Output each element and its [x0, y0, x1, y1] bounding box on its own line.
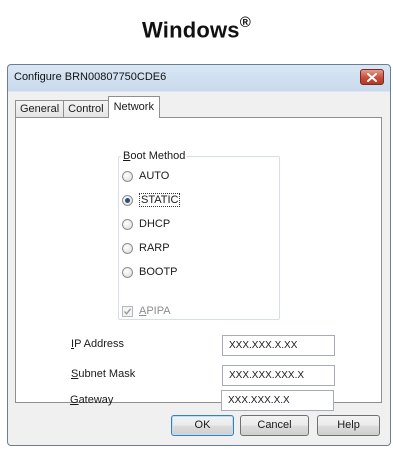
radio-rarp[interactable]: RARP — [122, 240, 170, 256]
page-heading: Windows® — [0, 14, 393, 43]
gateway-input[interactable]: XXX.XXX.X.X — [221, 390, 334, 411]
cancel-button[interactable]: Cancel — [240, 415, 309, 436]
radio-static[interactable]: STATIC — [122, 192, 181, 208]
checkbox-apipa[interactable]: APIPA — [122, 303, 171, 319]
network-tab-panel: Boot Method AUTO STATIC DHCP RARP BOOTP — [15, 117, 382, 403]
subnet-mask-input[interactable]: XXX.XXX.XXX.X — [222, 365, 335, 386]
configure-dialog: Configure BRN00807750CDE6 General Contro… — [7, 64, 391, 446]
radio-selected-icon — [122, 194, 133, 206]
heading-text: Windows — [141, 17, 240, 43]
radio-circle-icon — [122, 218, 133, 230]
radio-auto[interactable]: AUTO — [122, 168, 169, 184]
radio-label: RARP — [139, 242, 170, 254]
radio-label: DHCP — [139, 218, 171, 230]
tab-control[interactable]: Control — [63, 100, 109, 118]
radio-label: STATIC — [139, 193, 181, 207]
tab-general[interactable]: General — [15, 100, 65, 118]
radio-label: BOOTP — [139, 266, 178, 278]
tab-network[interactable]: Network — [107, 96, 160, 118]
radio-bootp[interactable]: BOOTP — [122, 264, 178, 280]
radio-circle-icon — [122, 170, 133, 182]
radio-circle-icon — [122, 266, 133, 278]
subnet-mask-label: Subnet Mask — [71, 368, 136, 380]
radio-dhcp[interactable]: DHCP — [122, 216, 170, 232]
checkbox-checked-icon — [122, 305, 133, 317]
radio-label: AUTO — [139, 170, 170, 182]
radio-circle-icon — [122, 242, 133, 254]
close-x-icon — [367, 72, 377, 82]
ip-address-input[interactable]: XXX.XXX.X.XX — [222, 335, 335, 356]
ip-address-label: IP Address — [71, 338, 125, 350]
window-title: Configure BRN00807750CDE6 — [14, 71, 167, 83]
checkbox-label: APIPA — [139, 305, 171, 317]
gateway-label: Gateway — [70, 394, 114, 406]
dialog-client-area: General Control Network Boot Method AUTO… — [13, 93, 384, 441]
registered-mark: ® — [239, 14, 251, 31]
close-button[interactable] — [360, 69, 384, 85]
help-button[interactable]: Help — [317, 415, 380, 436]
tab-strip: General Control Network — [15, 96, 160, 118]
title-bar[interactable]: Configure BRN00807750CDE6 — [8, 65, 390, 91]
boot-method-label: Boot Method — [121, 150, 188, 162]
ok-button[interactable]: OK — [171, 415, 234, 436]
